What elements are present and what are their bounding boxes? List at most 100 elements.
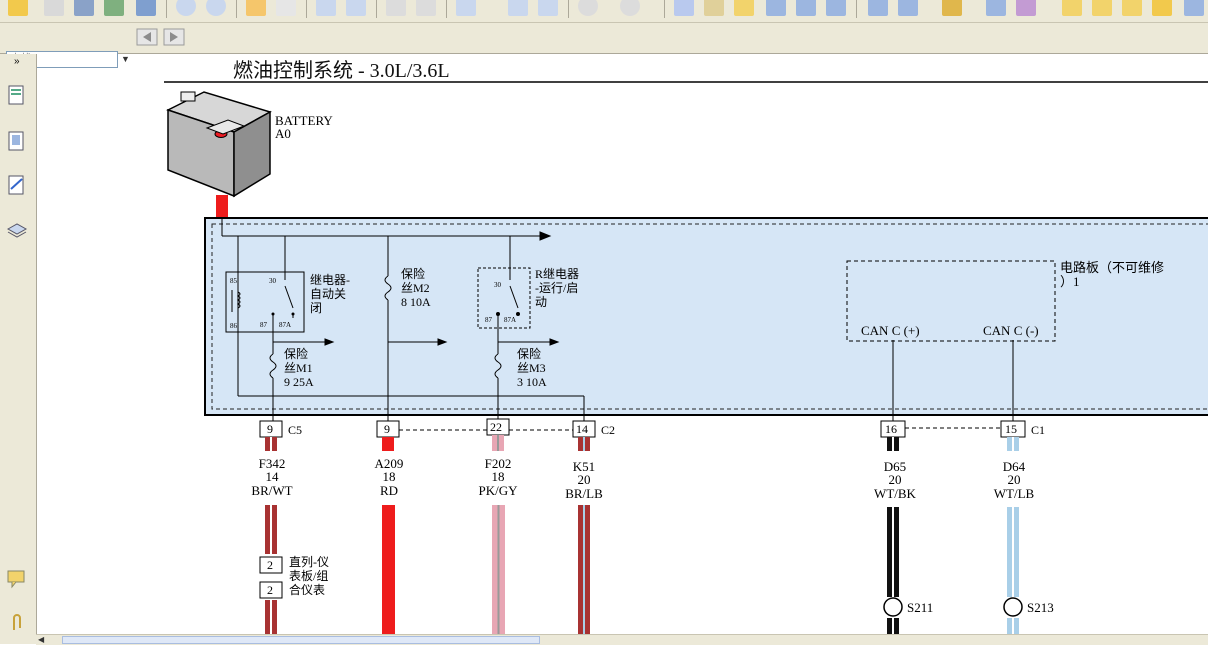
camera-icon[interactable] (826, 0, 846, 16)
connector-c5: 9 C5 (259, 420, 302, 438)
wire-a209 (382, 505, 395, 634)
comments-icon[interactable] (6, 568, 28, 590)
save-icon[interactable] (44, 0, 64, 16)
wire-label-k51: K51 20 BR/LB (565, 459, 603, 501)
wire-gauge-a209: 18 (383, 469, 396, 484)
circuit-board-line2: ）1 (1060, 274, 1080, 289)
print-icon[interactable] (74, 0, 94, 16)
wire-color-f342: BR/WT (251, 483, 292, 498)
undo-icon[interactable] (386, 0, 406, 16)
comment-icon[interactable] (1062, 0, 1082, 16)
connector-a209: 9 (376, 420, 400, 438)
wire-gauge-f202: 18 (492, 469, 505, 484)
zoom-in-icon[interactable] (620, 0, 640, 16)
can-c-positive: CAN C (+) (861, 323, 920, 338)
relay-run-pin-87a: 87A (504, 316, 516, 324)
columns-icon[interactable] (796, 0, 816, 16)
email-icon[interactable] (104, 0, 124, 16)
arrow-icon[interactable] (1184, 0, 1204, 16)
relay-auto-pin-87a: 87A (279, 321, 291, 329)
module-box (204, 217, 1208, 416)
connector-c2-22: 22 (486, 418, 510, 436)
fit-width-icon[interactable] (538, 0, 558, 16)
fuse-m1-line1: 保险 (284, 346, 308, 361)
splice-s211: S211 (883, 597, 933, 617)
relay-auto-label-3: 闭 (310, 301, 322, 315)
connector-c1-name: C1 (1031, 423, 1045, 437)
bookmarks-icon[interactable] (6, 130, 28, 152)
page-view-icon[interactable] (868, 0, 888, 16)
connector-c2-14-pin: 14 (576, 422, 588, 436)
wire-color-d65: WT/BK (874, 486, 916, 501)
hand-tool-icon[interactable] (674, 0, 694, 16)
extract-pages-icon[interactable] (346, 0, 366, 16)
expand-panel-icon[interactable]: » (14, 56, 20, 67)
text-box-icon[interactable] (1122, 0, 1142, 16)
pages-icon[interactable] (6, 84, 28, 106)
connector-c5-pin: 9 (267, 422, 273, 436)
wire-color-k51: BR/LB (565, 486, 603, 501)
wire-gauge-k51: 20 (578, 472, 591, 487)
wire-gauge-f342: 14 (266, 469, 280, 484)
fuse-m3-line3: 3 10A (517, 375, 547, 389)
wire-gauge-d64: 20 (1008, 472, 1021, 487)
highlight-icon[interactable] (1092, 0, 1112, 16)
relay-auto-pin-85: 85 (230, 277, 238, 285)
wire-color-a209: RD (380, 483, 398, 498)
find-toolbar: 查找: ▼ (0, 23, 1208, 68)
tools-icon[interactable] (136, 0, 156, 16)
forward-icon[interactable] (276, 0, 296, 16)
inline-connector-pin-top: 2 (267, 558, 273, 572)
book-icon[interactable] (766, 0, 786, 16)
insert-pages-icon[interactable] (316, 0, 336, 16)
fit-page-icon[interactable] (508, 0, 528, 16)
note-icon[interactable] (1152, 0, 1172, 16)
next-page-icon[interactable] (206, 0, 226, 16)
wire-label-d64: D64 20 WT/LB (994, 459, 1035, 501)
select-icon[interactable] (734, 0, 754, 16)
open-icon[interactable] (8, 0, 28, 16)
relay-auto-label-2: 自动关 (310, 287, 346, 301)
page-title: 燃油控制系统 - 3.0L/3.6L (233, 59, 450, 82)
fuse-m1-line3: 9 25A (284, 375, 314, 389)
scrollbar-thumb[interactable] (62, 636, 540, 644)
stamp-icon[interactable] (942, 0, 962, 16)
relay-auto-pin-87: 87 (260, 321, 268, 329)
signatures-icon[interactable] (6, 174, 28, 196)
layers-icon[interactable] (6, 218, 28, 240)
redo-icon[interactable] (416, 0, 436, 16)
main-toolbar (0, 0, 1208, 23)
zoom-icon[interactable] (456, 0, 476, 16)
fuse-m1-line2: 丝M1 (284, 361, 313, 375)
wire-f202 (492, 505, 505, 634)
back-icon[interactable] (246, 0, 266, 16)
inline-connector-pin-bottom: 2 (267, 583, 273, 597)
lock-icon[interactable] (1016, 0, 1036, 16)
snapshot-icon[interactable] (704, 0, 724, 16)
inline-connector-line1: 直列-仪 (289, 555, 329, 569)
inline-connector-line3: 合仪表 (289, 582, 325, 597)
wire-gauge-d65: 20 (889, 472, 902, 487)
connector-c2-22-pin: 22 (490, 420, 502, 434)
connector-c1-15: 15 C1 (1000, 420, 1045, 438)
horizontal-scrollbar[interactable]: ◀ (36, 634, 1208, 645)
zoom-out-icon[interactable] (578, 0, 598, 16)
connector-c1-16-pin: 16 (885, 422, 897, 436)
splice-s213: S213 (1003, 597, 1054, 617)
scroll-left-icon[interactable]: ◀ (38, 635, 44, 644)
find-nav-icons (136, 28, 185, 46)
fuse-m3-line2: 丝M3 (517, 361, 546, 375)
relay-auto-pin-30: 30 (269, 277, 277, 285)
can-c-negative: CAN C (-) (983, 323, 1039, 338)
navigation-panel: » (0, 54, 37, 644)
relay-auto-pin-86: 86 (230, 322, 238, 330)
wire-label-a209: A209 18 RD (375, 456, 404, 498)
sign-icon[interactable] (986, 0, 1006, 16)
battery-icon (166, 91, 272, 198)
attachments-icon[interactable] (6, 612, 28, 634)
connector-c2-name: C2 (601, 423, 615, 437)
previous-page-icon[interactable] (176, 0, 196, 16)
splice-s213-label: S213 (1027, 600, 1054, 615)
edit-icon[interactable] (898, 0, 918, 16)
fuse-m2-line2: 丝M2 (401, 281, 430, 295)
